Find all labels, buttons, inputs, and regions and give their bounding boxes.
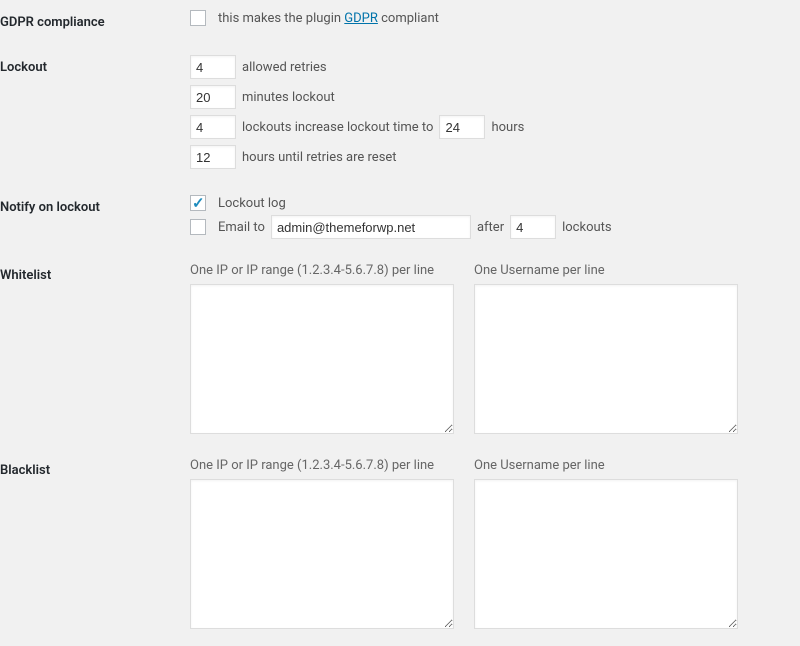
lockouts-label: lockouts [562,220,612,235]
blacklist-user-label: One Username per line [474,458,738,473]
reset-hours-input[interactable] [190,145,236,169]
reset-hours-label: hours until retries are reset [242,150,397,165]
whitelist-row-label: Whitelist [0,253,190,448]
whitelist-ip-textarea[interactable] [190,284,454,434]
blacklist-row: Blacklist One IP or IP range (1.2.3.4-5.… [0,448,800,643]
notify-row: Notify on lockout Lockout log Email to a… [0,185,800,253]
gdpr-row: GDPR compliance this makes the plugin GD… [0,0,800,45]
lockout-log-label: Lockout log [218,196,286,211]
blacklist-ip-textarea[interactable] [190,479,454,629]
whitelist-user-label: One Username per line [474,263,738,278]
gdpr-text: this makes the plugin GDPR compliant [218,11,439,26]
gdpr-link[interactable]: GDPR [344,11,378,26]
gdpr-row-label: GDPR compliance [0,0,190,45]
minutes-lockout-label: minutes lockout [242,90,335,105]
allowed-retries-input[interactable] [190,55,236,79]
increase-label-before: lockouts increase lockout time to [242,120,433,135]
notify-row-label: Notify on lockout [0,185,190,253]
increase-count-input[interactable] [190,115,236,139]
lockout-log-checkbox[interactable] [190,195,206,211]
whitelist-user-textarea[interactable] [474,284,738,434]
minutes-lockout-input[interactable] [190,85,236,109]
after-label: after [477,220,504,235]
email-to-label: Email to [218,220,265,235]
allowed-retries-label: allowed retries [242,60,327,75]
lockout-row: Lockout allowed retries minutes lockout … [0,45,800,185]
increase-label-after: hours [491,120,524,135]
blacklist-ip-label: One IP or IP range (1.2.3.4-5.6.7.8) per… [190,458,454,473]
whitelist-ip-label: One IP or IP range (1.2.3.4-5.6.7.8) per… [190,263,454,278]
gdpr-checkbox[interactable] [190,10,206,26]
after-lockouts-input[interactable] [510,215,556,239]
settings-form: GDPR compliance this makes the plugin GD… [0,0,800,643]
lockout-row-label: Lockout [0,45,190,185]
email-checkbox[interactable] [190,219,206,235]
blacklist-row-label: Blacklist [0,448,190,643]
increase-hours-input[interactable] [439,115,485,139]
blacklist-user-textarea[interactable] [474,479,738,629]
email-input[interactable] [271,215,471,239]
whitelist-row: Whitelist One IP or IP range (1.2.3.4-5.… [0,253,800,448]
